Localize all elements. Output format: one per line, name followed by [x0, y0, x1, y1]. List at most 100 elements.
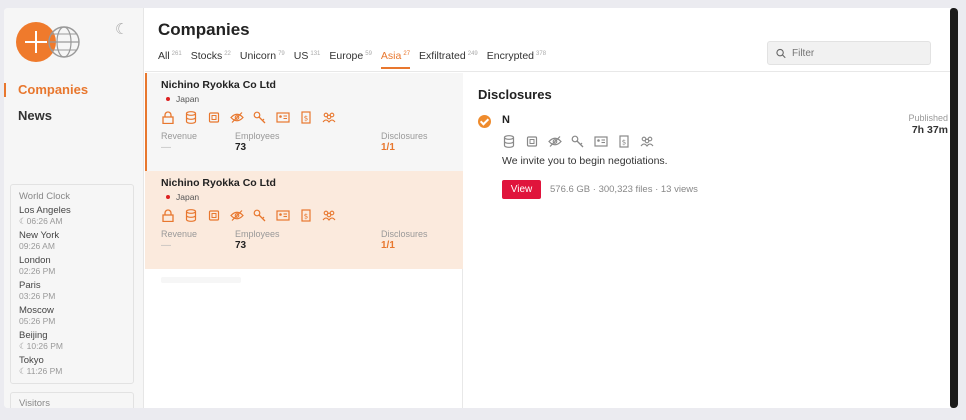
nav-news[interactable]: News — [18, 108, 52, 123]
page-header: Companies All 261 Stocks 22 Unicorn 79 US 13… — [145, 8, 958, 72]
tab-count: 249 — [467, 50, 478, 57]
company-card[interactable]: Nichino Ryokka Co Ltd Japan $ Revenue — E… — [145, 171, 463, 269]
tab-label: Exfiltrated — [419, 50, 466, 62]
stat-value: — — [161, 240, 171, 251]
eye-slash-icon — [548, 136, 562, 147]
stat-revenue: Revenue — — [161, 229, 197, 251]
stat-revenue: Revenue — — [161, 131, 197, 153]
page-title: Companies — [158, 20, 250, 39]
company-icons: $ — [161, 209, 449, 222]
clock-city: Moscow — [19, 305, 54, 316]
tab-count: 131 — [310, 50, 321, 57]
key-icon — [253, 111, 266, 124]
clock-city: Beijing — [19, 330, 48, 341]
disclosures-title: Disclosures — [478, 87, 552, 102]
stat-label: Employees — [235, 131, 280, 141]
scrollbar[interactable] — [950, 8, 958, 408]
world-clock-title: World Clock — [19, 191, 71, 202]
chip-icon — [208, 210, 220, 221]
tab-count: 27 — [403, 50, 411, 57]
disclosure-meta: 576.6 GB · 300,323 files · 13 views — [550, 184, 698, 195]
nav-companies[interactable]: Companies — [18, 82, 88, 97]
clock-city: New York — [19, 230, 60, 241]
lock-icon — [162, 209, 174, 222]
database-icon — [503, 135, 515, 148]
document-dollar-icon: $ — [619, 135, 629, 148]
clock-city: London — [19, 255, 51, 266]
tab-count: 59 — [365, 50, 372, 57]
users-icon — [640, 136, 654, 147]
published-label: Published — [908, 113, 948, 123]
tab-asia[interactable]: Asia 27 — [380, 50, 411, 69]
tab-us[interactable]: US 131 — [294, 50, 321, 68]
clock-time: ☾11:26 PM — [19, 366, 63, 376]
country-label: Japan — [176, 192, 200, 202]
tab-stocks[interactable]: Stocks 22 — [191, 50, 231, 68]
tab-label: All — [158, 50, 170, 62]
stat-label: Revenue — [161, 229, 198, 239]
eye-slash-icon — [230, 210, 244, 221]
tab-label: Stocks — [190, 50, 223, 62]
country-label: Japan — [176, 94, 200, 104]
tab-encrypted[interactable]: Encrypted 378 — [487, 50, 546, 68]
stat-disclosures: Disclosures 1/1 — [381, 131, 428, 153]
tab-all[interactable]: All 261 — [158, 50, 182, 68]
clock-city: Paris — [19, 280, 41, 291]
stat-value: — — [161, 142, 171, 153]
view-button[interactable]: View — [502, 180, 541, 199]
tab-europe[interactable]: Europe 59 — [329, 50, 372, 68]
database-icon — [185, 209, 197, 222]
clock-time: 05:26 PM — [19, 316, 56, 326]
company-name: Nichino Ryokka Co Ltd — [161, 177, 276, 189]
clock-time: ☾10:26 PM — [19, 341, 64, 351]
svg-text:$: $ — [622, 139, 626, 147]
clock-time: 02:26 PM — [19, 266, 56, 276]
filter-box — [767, 41, 931, 65]
company-stats: Revenue — Employees 73 Disclosures 1/1 — [161, 131, 449, 157]
clock-time: ☾06:26 AM — [19, 216, 63, 226]
disclosure-panel: Disclosures N Published 7h 37m $ We invi… — [464, 73, 958, 408]
id-card-icon — [594, 136, 608, 147]
stat-value: 73 — [235, 240, 247, 251]
tab-count: 261 — [171, 50, 182, 57]
country-dot — [166, 195, 170, 199]
company-list: Nichino Ryokka Co Ltd Japan $ Revenue — E… — [145, 73, 463, 408]
company-name: Nichino Ryokka Co Ltd — [161, 79, 276, 91]
document-dollar-icon: $ — [301, 111, 311, 124]
stat-employees: Employees 73 — [235, 131, 280, 153]
tab-unicorn[interactable]: Unicorn 79 — [240, 50, 285, 68]
tab-exfiltrated[interactable]: Exfiltrated 249 — [419, 50, 478, 68]
tab-label: Encrypted — [486, 50, 535, 62]
stat-label: Disclosures — [381, 131, 428, 141]
disclosure-icons: $ — [502, 135, 654, 148]
stat-value: 73 — [235, 142, 247, 153]
stat-label: Employees — [235, 229, 280, 239]
svg-text:$: $ — [304, 213, 308, 221]
tab-label: Europe — [329, 50, 364, 62]
tab-label: US — [293, 50, 309, 62]
clock-time: 09:26 AM — [19, 241, 55, 251]
filter-input[interactable] — [792, 47, 922, 59]
stat-value: 1/1 — [381, 240, 395, 251]
country-dot — [166, 97, 170, 101]
moon-icon[interactable]: ☾ — [115, 20, 128, 38]
clock-city: Los Angeles — [19, 205, 71, 216]
check-circle-icon — [478, 115, 491, 128]
app-window: ☾ Companies News World Clock Los Angeles… — [4, 8, 958, 408]
nav-active-indicator — [4, 83, 6, 97]
search-icon — [776, 48, 786, 58]
company-card[interactable]: Nichino Ryokka Co Ltd Japan $ Revenue — E… — [145, 73, 463, 171]
document-dollar-icon: $ — [301, 209, 311, 222]
key-icon — [253, 209, 266, 222]
clock-time: 03:26 PM — [19, 291, 56, 301]
tab-label: Asia — [380, 50, 402, 62]
sidebar: ☾ Companies News World Clock Los Angeles… — [4, 8, 144, 408]
users-icon — [322, 210, 336, 221]
company-icons: $ — [161, 111, 449, 124]
published-value: 7h 37m — [911, 124, 948, 136]
tab-label: Unicorn — [239, 50, 277, 62]
tab-count: 22 — [224, 50, 231, 57]
id-card-icon — [276, 210, 290, 221]
company-country: Japan — [161, 192, 449, 202]
stat-disclosures: Disclosures 1/1 — [381, 229, 428, 251]
